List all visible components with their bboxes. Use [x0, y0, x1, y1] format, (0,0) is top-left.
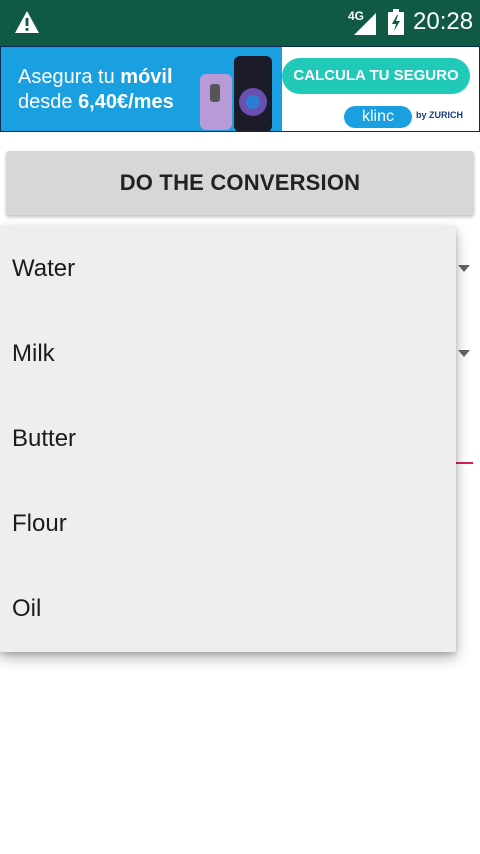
dropdown-option-water[interactable]: Water: [0, 226, 456, 311]
ad-line2-bold: 6,40€/mes: [78, 91, 174, 113]
dropdown-option-milk[interactable]: Milk: [0, 311, 456, 396]
ad-banner[interactable]: Asegura tu móvil desde 6,40€/mes CALCULA…: [0, 46, 480, 132]
warning-icon: [15, 11, 39, 33]
spinner-arrow-icon[interactable]: [458, 265, 470, 272]
ad-brand-logo: klinc: [344, 106, 412, 128]
ingredient-dropdown: Water Milk Butter Flour Oil: [0, 226, 456, 652]
ad-line1-text: Asegura tu: [18, 66, 121, 88]
ad-line2-text: desde: [18, 91, 79, 113]
ad-partner-prefix: by: [416, 110, 427, 120]
signal-icon: [354, 13, 376, 35]
ad-headline-line2: desde 6,40€/mes: [18, 91, 174, 114]
ad-line1-bold: móvil: [120, 66, 173, 88]
spinner-arrow-icon[interactable]: [458, 350, 470, 357]
ad-partner-name: ZURICH: [429, 110, 464, 120]
ad-partner-label: by ZURICH: [416, 110, 463, 120]
dropdown-option-flour[interactable]: Flour: [0, 481, 456, 566]
ad-promo-panel[interactable]: Asegura tu móvil desde 6,40€/mes: [0, 46, 282, 132]
ad-headline-line1: Asegura tu móvil: [18, 66, 173, 89]
dropdown-option-oil[interactable]: Oil: [0, 566, 456, 651]
dropdown-option-butter[interactable]: Butter: [0, 396, 456, 481]
ad-cta-button[interactable]: CALCULA TU SEGURO: [282, 58, 470, 94]
status-bar: 4G 20:28: [0, 0, 480, 46]
do-conversion-button[interactable]: DO THE CONVERSION: [6, 151, 474, 215]
clock: 20:28: [413, 8, 474, 35]
battery-icon: [388, 9, 404, 35]
input-underline: [455, 462, 473, 464]
phone-image-icon: [200, 56, 272, 132]
